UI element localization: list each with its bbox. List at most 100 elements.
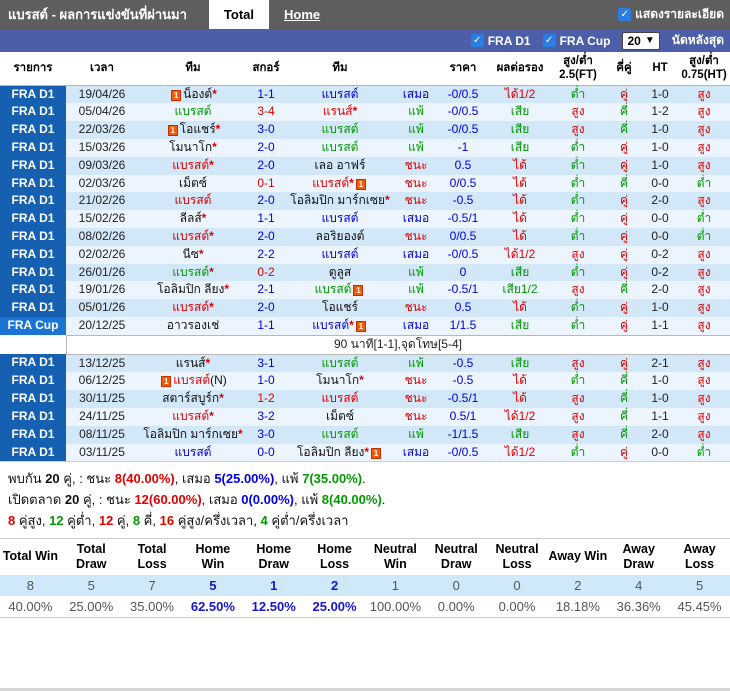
league-badge: FRA D1 bbox=[0, 85, 66, 104]
team-name: โอลิมปิก ลียง bbox=[156, 282, 225, 297]
score-value: 1-1 bbox=[257, 211, 275, 226]
away-team: โมนาโก* bbox=[284, 372, 396, 390]
ou-2-5-value: สูง bbox=[571, 282, 585, 297]
home-team: ลีลส์* bbox=[138, 210, 248, 228]
away-team: โอลิมปิก ลียง* 1 bbox=[284, 444, 396, 462]
ou-2-5-ft: ต่ำ bbox=[550, 228, 606, 246]
red-card-icon: 1 bbox=[355, 320, 366, 332]
filter-bar: ✓ FRA D1 ✓ FRA Cup 20 ▼ นัดหลังสุด bbox=[0, 29, 730, 52]
handicap-price: 0.5 bbox=[454, 300, 472, 315]
filter-fra-cup-checkbox[interactable]: ✓ FRA Cup bbox=[542, 33, 611, 48]
odd-even-value: คู่ bbox=[619, 157, 629, 172]
ft-score: 3-2 bbox=[248, 408, 284, 426]
home-team: เม็ตซ์ bbox=[138, 175, 248, 193]
ou-0-75-ht: สูง bbox=[678, 390, 730, 408]
stat-percent: 45.45% bbox=[677, 598, 722, 614]
summary-segment: 16 bbox=[159, 512, 175, 528]
match-row: FRA D1 03/11/25 แบรสต์ 0-0 โอลิมปิก ลียง* 1 เส… bbox=[0, 443, 730, 462]
odd-even-value: คู่ bbox=[619, 444, 629, 459]
team-name: โมนาโก bbox=[316, 373, 360, 388]
match-row: FRA D1 19/01/26 โอลิมปิก ลียง* 2-1 แบรสต์ 1 แพ… bbox=[0, 281, 730, 300]
ou-0-75-ht: ต่ำ bbox=[678, 444, 730, 462]
handicap-result-value: ได้ bbox=[513, 157, 527, 172]
match-date: 30/11/25 bbox=[79, 391, 125, 406]
league-badge: FRA D1 bbox=[0, 121, 66, 139]
star-marker: * bbox=[212, 86, 217, 101]
ou-0-75-ht: สูง bbox=[678, 192, 730, 210]
handicap-result: ได้ bbox=[490, 372, 550, 390]
ou-0-75-value: สูง bbox=[697, 104, 711, 119]
handicap-result: เสีย bbox=[490, 354, 550, 372]
stat-count: 4 bbox=[635, 577, 643, 593]
ft-score: 1-1 bbox=[248, 317, 284, 335]
handicap-result-value: ได้ bbox=[513, 175, 527, 190]
team-name: เลอ อาฟร์ bbox=[314, 157, 366, 172]
filter-fra-cup-label: FRA Cup bbox=[559, 33, 611, 48]
ou-0-75-ht: สูง bbox=[678, 372, 730, 390]
match-row: FRA D1 15/02/26 ลีลส์* 1-1 แบรสต์ เสมอ -0.5/1 ไ… bbox=[0, 210, 730, 228]
star-marker: * bbox=[205, 355, 211, 370]
score-value: 2-1 bbox=[257, 282, 275, 297]
tab-home[interactable]: Home bbox=[269, 0, 335, 29]
penalty-note: 90 นาที[1-1],จุดโทษ[5-4] bbox=[65, 334, 730, 355]
tab-total[interactable]: Total bbox=[208, 0, 270, 29]
team-name: แบรสต์ bbox=[321, 426, 359, 441]
star-marker: * bbox=[209, 228, 214, 243]
star-marker: * bbox=[349, 175, 354, 190]
handicap-result: เสีย bbox=[490, 317, 550, 335]
stat-count: 8 bbox=[26, 577, 35, 593]
ft-score: 0-2 bbox=[248, 264, 284, 282]
league-badge: FRA D1 bbox=[0, 281, 66, 300]
star-marker: * bbox=[209, 408, 214, 423]
ou-2-5-value: ต่ำ bbox=[570, 300, 586, 315]
handicap-price: 0 bbox=[459, 264, 467, 279]
summary-segment: 20 bbox=[64, 492, 80, 508]
match-row: FRA D1 02/03/26 เม็ตซ์ 0-1 แบรสต์* 1 ชนะ 0/0.5 ไ… bbox=[0, 174, 730, 193]
match-row: FRA D1 05/01/26 แบรสต์* 2-0 โอแชร์ ชนะ 0.5 ได้ ต… bbox=[0, 299, 730, 317]
home-team: โมนาโก* bbox=[138, 139, 248, 157]
ou-0-75-value: สูง bbox=[697, 317, 711, 332]
column-header: ทีม bbox=[138, 52, 248, 86]
summary-segment: คู่ต่ำ/ครึ่งเวลา bbox=[267, 512, 349, 528]
home-team: แบรสต์* bbox=[138, 157, 248, 175]
ou-2-5-value: ต่ำ bbox=[570, 264, 586, 279]
ou-0-75-ht: สูง bbox=[678, 85, 730, 103]
odd-even: คี่ bbox=[606, 372, 642, 390]
handicap-price: -0.5 bbox=[452, 373, 474, 388]
ou-0-75-value: สูง bbox=[697, 246, 711, 261]
stat-column-header: Home Win bbox=[182, 538, 244, 575]
ft-result: ชนะ bbox=[396, 408, 436, 426]
handicap-result: เสีย bbox=[490, 121, 550, 139]
match-date: 02/02/26 bbox=[78, 246, 126, 261]
match-date: 05/04/26 bbox=[78, 104, 126, 119]
ou-2-5-value: ต่ำ bbox=[570, 317, 586, 332]
score-value: 3-2 bbox=[257, 408, 275, 423]
checkbox-checked-icon: ✓ bbox=[618, 8, 632, 21]
match-date: 08/02/26 bbox=[78, 228, 126, 243]
team-name: โอแชร์ bbox=[322, 300, 358, 315]
ht-score: 2-0 bbox=[651, 426, 669, 441]
match-count-select[interactable]: 20 ▼ bbox=[622, 31, 660, 50]
result-value: เสมอ bbox=[402, 211, 430, 226]
stat-column-header: Away Loss bbox=[669, 538, 730, 575]
odd-even: คู่ bbox=[606, 354, 642, 372]
ou-2-5-value: สูง bbox=[571, 355, 585, 370]
match-row: FRA D1 08/02/26 แบรสต์* 2-0 ลอริยองต์ ชนะ 0/0.… bbox=[0, 227, 730, 246]
result-value: แพ้ bbox=[408, 426, 424, 441]
away-team: แบรสต์ bbox=[284, 390, 396, 408]
handicap-result-value: เสีย bbox=[510, 426, 530, 441]
away-team: เม็ตซ์ bbox=[284, 408, 396, 426]
filter-fra-d1-checkbox[interactable]: ✓ FRA D1 bbox=[470, 34, 531, 48]
away-team: แบรสต์ bbox=[284, 85, 396, 103]
ht-score: 1-0 bbox=[651, 122, 669, 137]
stat-column-header: Total Draw bbox=[60, 538, 122, 575]
match-date: 24/11/25 bbox=[79, 408, 125, 423]
match-date: 15/02/26 bbox=[78, 211, 126, 226]
show-details-toggle[interactable]: ✓ แสดงรายละเอียด bbox=[618, 5, 730, 24]
league-badge: FRA D1 bbox=[0, 174, 66, 193]
match-row: FRA D1 09/03/26 แบรสต์* 2-0 เลอ อาฟร์ ชนะ 0.5 ไ… bbox=[0, 156, 730, 175]
stat-count: 7 bbox=[148, 577, 156, 593]
summary-segment: 5(25.00%) bbox=[214, 471, 275, 487]
handicap-result: ได้1/2 bbox=[490, 444, 550, 462]
team-name: โอลิมปิก ลียง bbox=[296, 444, 365, 459]
